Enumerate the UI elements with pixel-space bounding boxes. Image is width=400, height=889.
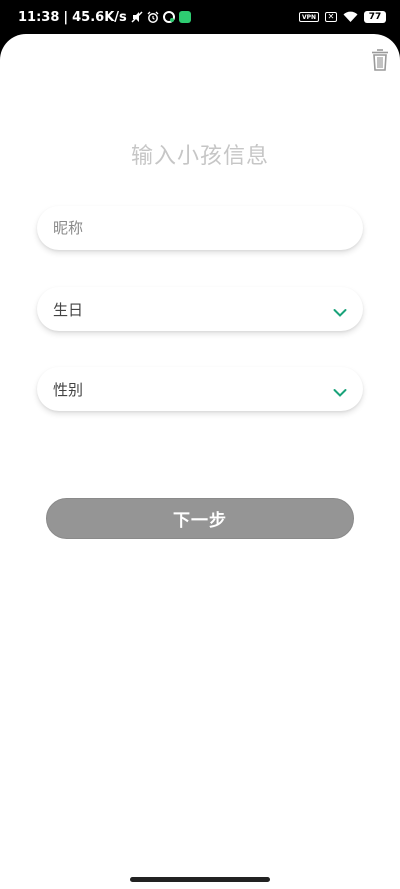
mute-icon (131, 11, 143, 23)
birthday-select[interactable]: 生日 (37, 287, 363, 331)
status-time: 11:38 (18, 9, 60, 25)
status-bar: 11:38 | 45.6K/s VPN ✕ 77 (0, 0, 400, 34)
status-left: 11:38 | 45.6K/s (18, 10, 191, 25)
home-indicator[interactable] (130, 877, 270, 882)
sim-off-icon: ✕ (325, 12, 337, 22)
trash-icon[interactable] (370, 48, 390, 72)
gender-select[interactable]: 性别 (37, 367, 363, 411)
network-speed: 45.6K/s (72, 9, 127, 25)
nickname-field[interactable] (37, 206, 363, 250)
chevron-down-icon (333, 304, 347, 317)
battery-indicator: 77 (364, 11, 386, 23)
birthday-label: 生日 (53, 300, 84, 319)
alarm-icon (147, 11, 159, 23)
page-title: 输入小孩信息 (130, 144, 269, 169)
app-badge-icon (178, 11, 191, 23)
nickname-input[interactable] (53, 219, 347, 237)
status-right: VPN ✕ 77 (298, 11, 386, 23)
next-button[interactable]: 下一步 (46, 498, 354, 539)
wifi-icon (343, 11, 358, 23)
chevron-down-icon (333, 384, 347, 397)
main-sheet: 输入小孩信息 生日 性别 下一步 (0, 34, 400, 889)
gender-label: 性别 (53, 380, 84, 399)
status-separator: | (63, 9, 69, 25)
app-notification-icon (162, 11, 175, 23)
vpn-indicator: VPN (298, 12, 319, 22)
